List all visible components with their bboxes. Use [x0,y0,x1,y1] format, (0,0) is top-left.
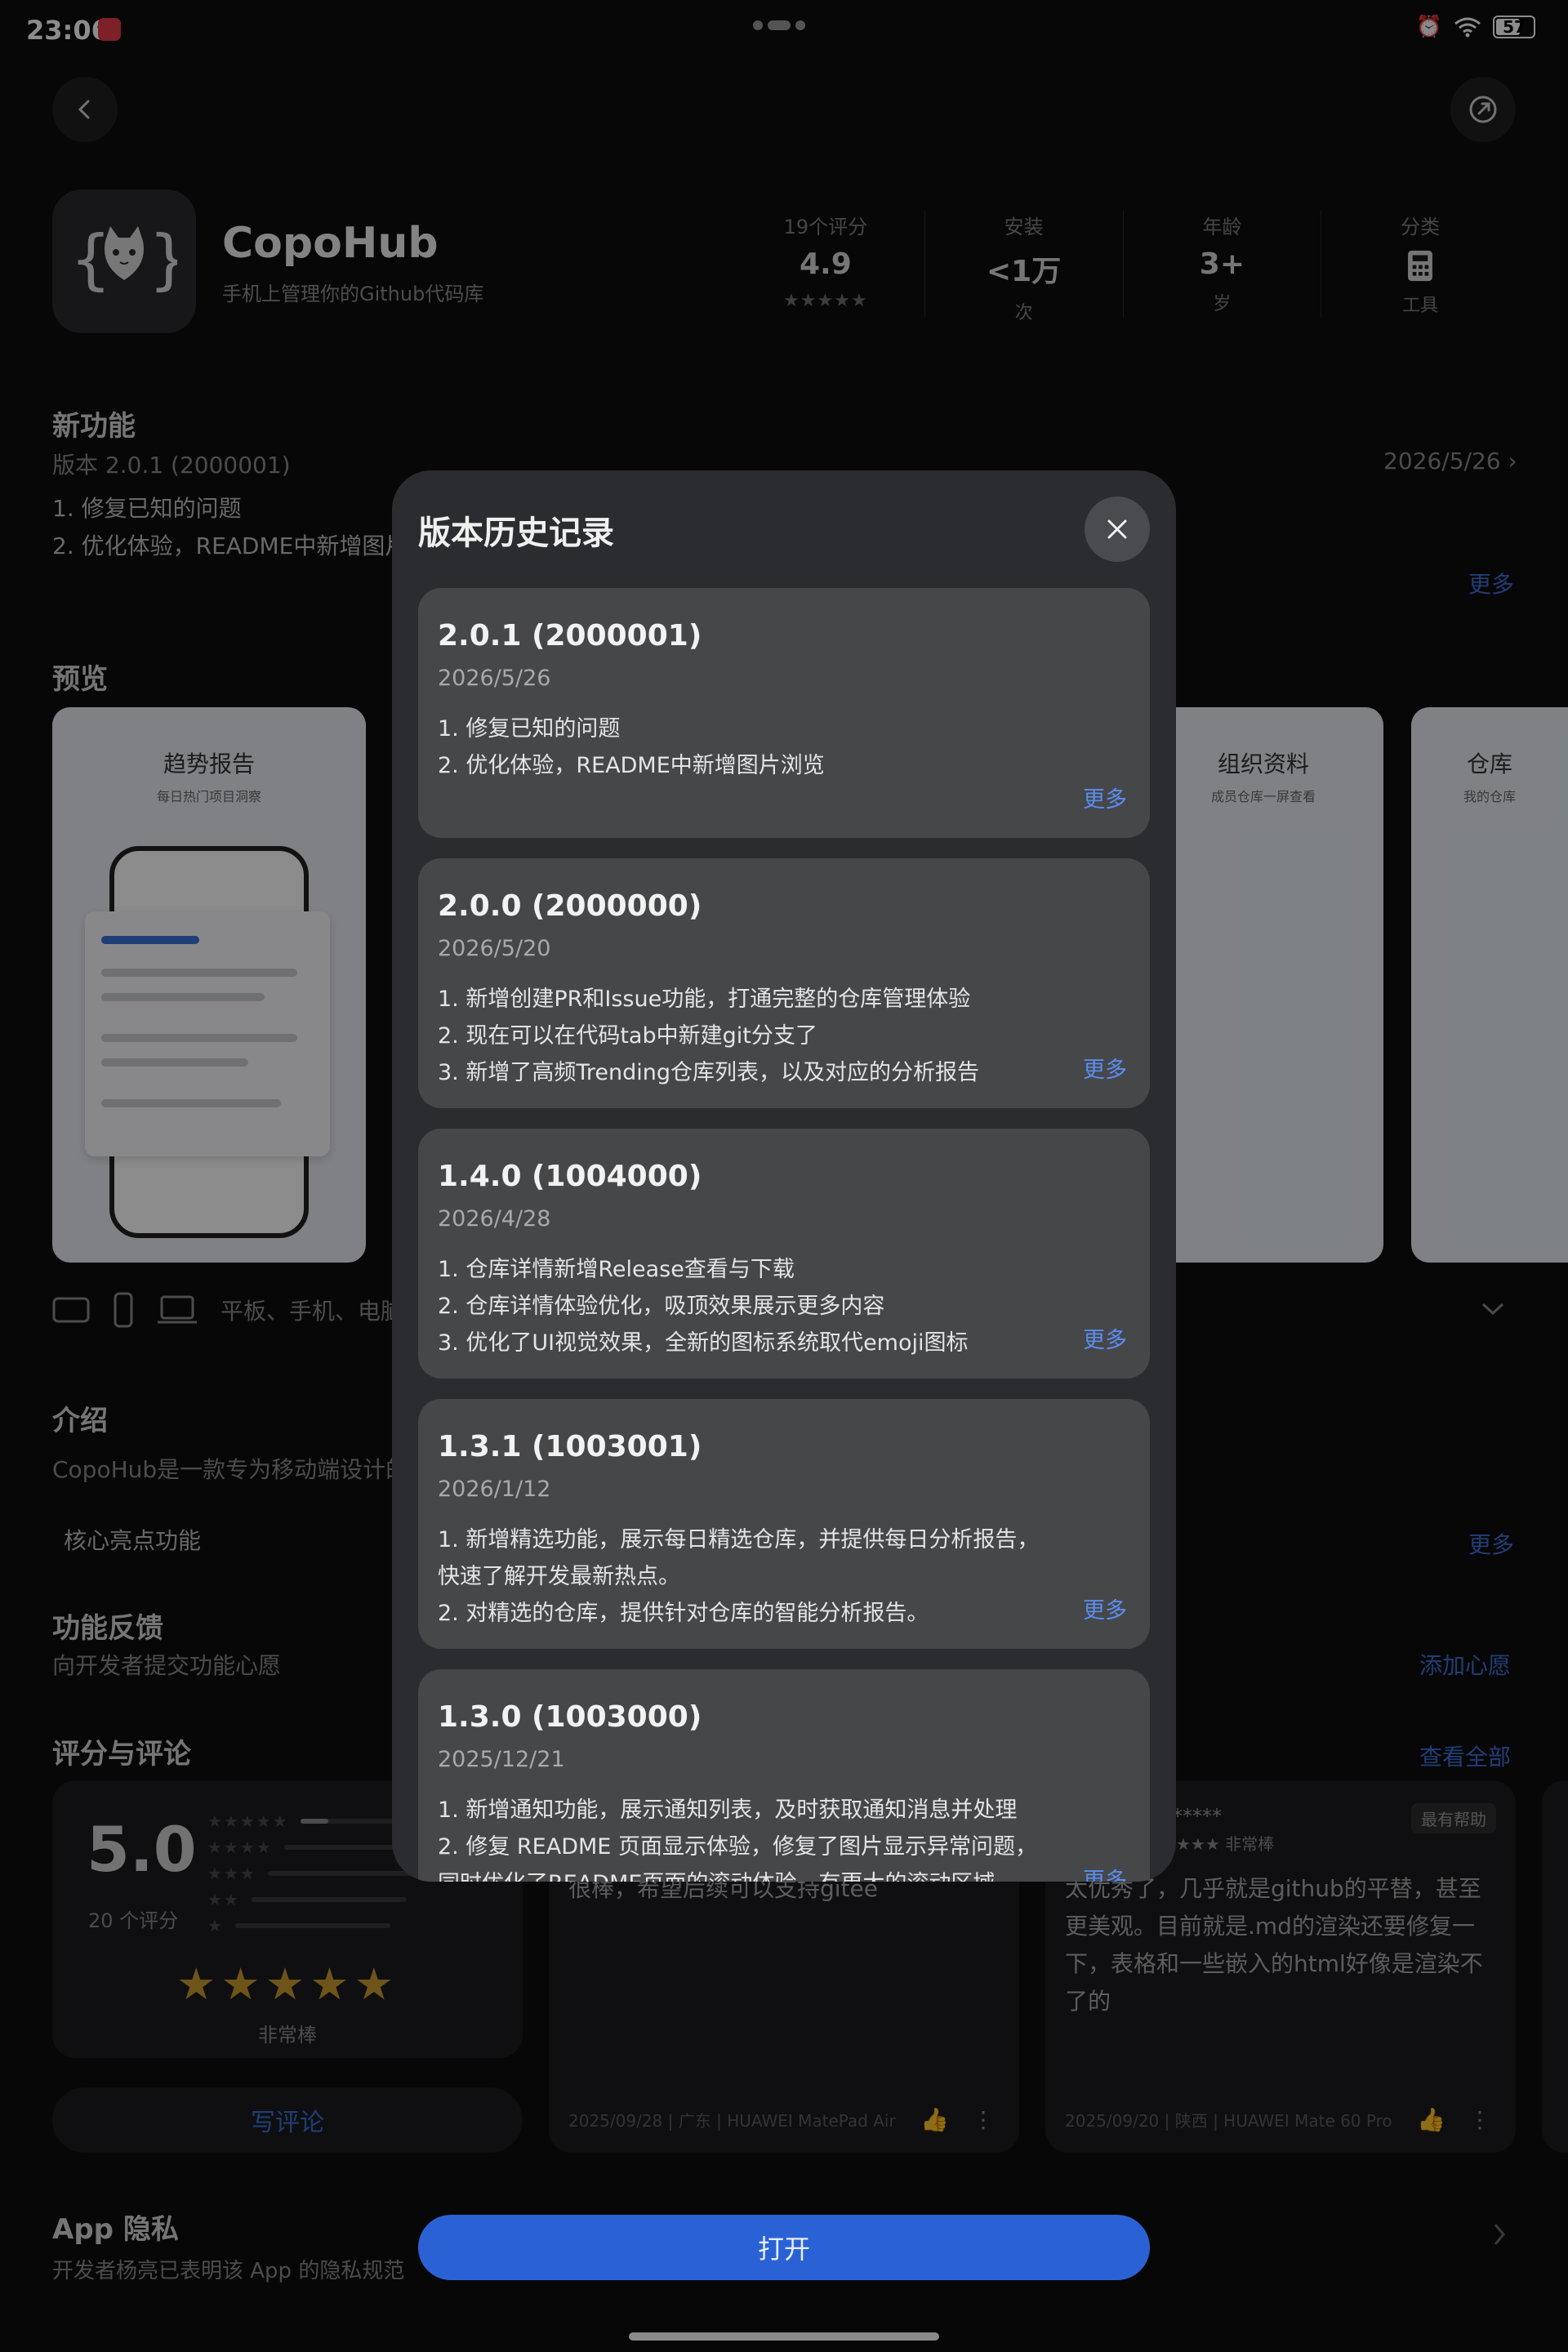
version-more-link[interactable]: 更多 [1083,1052,1127,1084]
version-date: 2025/12/21 [438,1747,565,1772]
version-number: 1.4.0 (1004000) [438,1160,702,1193]
version-card: 1.4.0 (1004000) 2026/4/28 1. 仓库详情新增Relea… [418,1129,1150,1379]
dialog-title: 版本历史记录 [418,514,614,552]
version-notes: 1. 新增创建PR和Issue功能，打通完整的仓库管理体验 2. 现在可以在代码… [438,987,979,1085]
version-notes: 1. 仓库详情新增Release查看与下载 2. 仓库详情体验优化，吸顶效果展示… [438,1257,969,1356]
version-date: 2026/5/20 [438,936,551,961]
home-indicator[interactable] [629,2332,939,2341]
version-card: 2.0.0 (2000000) 2026/5/20 1. 新增创建PR和Issu… [418,858,1150,1108]
version-more-link[interactable]: 更多 [1083,782,1127,813]
version-date: 2026/5/26 [438,666,551,691]
version-date: 2026/1/12 [438,1477,551,1502]
version-card: 2.0.1 (2000001) 2026/5/26 1. 修复已知的问题 2. … [418,588,1150,838]
close-icon [1107,519,1127,539]
version-more-link[interactable]: 更多 [1083,1322,1127,1354]
version-more-link[interactable]: 更多 [1083,1592,1127,1624]
version-notes: 1. 修复已知的问题 2. 优化体验，README中新增图片浏览 [438,716,825,778]
version-number: 2.0.0 (2000000) [438,889,702,923]
version-notes: 1. 新增精选功能，展示每日精选仓库，并提供每日分析报告，快速了解开发最新热点。… [438,1527,1040,1626]
version-more-link[interactable]: 更多 [1083,1863,1127,1882]
version-number: 1.3.0 (1003000) [438,1700,702,1734]
version-history-dialog: 版本历史记录 2.0.1 (2000001) 2026/5/26 1. 修复已知… [392,470,1176,1882]
version-card: 1.3.1 (1003001) 2026/1/12 1. 新增精选功能，展示每日… [418,1399,1150,1649]
close-button[interactable] [1085,497,1150,562]
version-date: 2026/4/28 [438,1206,551,1232]
version-list[interactable]: 2.0.1 (2000001) 2026/5/26 1. 修复已知的问题 2. … [418,588,1150,1882]
version-number: 2.0.1 (2000001) [438,619,702,653]
version-notes: 1. 新增通知功能，展示通知列表，及时获取通知消息并处理 2. 修复 READM… [438,1797,1037,1882]
open-app-button[interactable]: 打开 [418,2215,1150,2280]
version-card: 1.3.0 (1003000) 2025/12/21 1. 新增通知功能，展示通… [418,1669,1150,1882]
version-number: 1.3.1 (1003001) [438,1430,702,1463]
